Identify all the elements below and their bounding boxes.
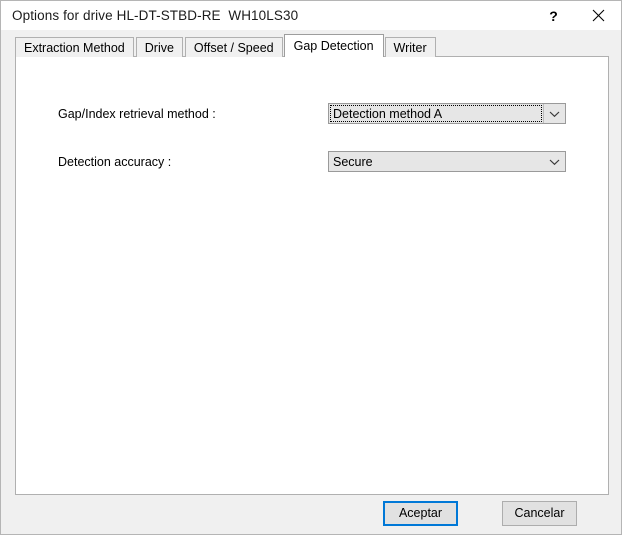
gap-method-dropdown[interactable]: Detection method A xyxy=(328,103,566,124)
detection-accuracy-value: Secure xyxy=(333,154,373,169)
tab-writer[interactable]: Writer xyxy=(384,37,436,57)
accept-button[interactable]: Aceptar xyxy=(383,501,458,526)
tab-content-panel: Gap/Index retrieval method : Detection m… xyxy=(15,56,609,495)
caption-button-group: ? xyxy=(531,1,621,30)
gap-method-label: Gap/Index retrieval method : xyxy=(58,107,216,121)
gap-method-row: Gap/Index retrieval method : Detection m… xyxy=(16,103,608,125)
chevron-down-icon[interactable] xyxy=(543,104,565,123)
gap-method-value: Detection method A xyxy=(330,105,542,122)
tab-label: Extraction Method xyxy=(24,40,125,55)
detection-accuracy-dropdown[interactable]: Secure xyxy=(328,151,566,172)
detection-accuracy-row: Detection accuracy : Secure xyxy=(16,151,608,173)
tab-label: Drive xyxy=(144,40,174,55)
tab-strip: Extraction Method Drive Offset / Speed G… xyxy=(15,34,438,57)
tab-extraction-method[interactable]: Extraction Method xyxy=(15,37,134,57)
options-dialog: Options for drive HL-DT-STBD-RE WH10LS30… xyxy=(0,0,622,535)
tab-label: Gap Detection xyxy=(293,39,374,53)
detection-accuracy-label: Detection accuracy : xyxy=(58,155,172,169)
tab-drive[interactable]: Drive xyxy=(135,37,183,57)
close-button[interactable] xyxy=(576,1,621,30)
tab-label: Writer xyxy=(393,40,427,55)
question-mark-icon: ? xyxy=(549,7,558,24)
tab-label: Offset / Speed xyxy=(193,40,274,55)
tab-gap-detection[interactable]: Gap Detection xyxy=(283,34,384,57)
close-icon xyxy=(592,9,605,22)
title-bar: Options for drive HL-DT-STBD-RE WH10LS30… xyxy=(1,1,621,30)
dialog-footer: Aceptar Cancelar xyxy=(1,495,621,534)
window-title: Options for drive HL-DT-STBD-RE WH10LS30 xyxy=(12,8,299,23)
cancel-button[interactable]: Cancelar xyxy=(502,501,577,526)
chevron-down-icon[interactable] xyxy=(544,152,565,171)
help-button[interactable]: ? xyxy=(531,1,576,30)
tab-offset-speed[interactable]: Offset / Speed xyxy=(184,37,283,57)
